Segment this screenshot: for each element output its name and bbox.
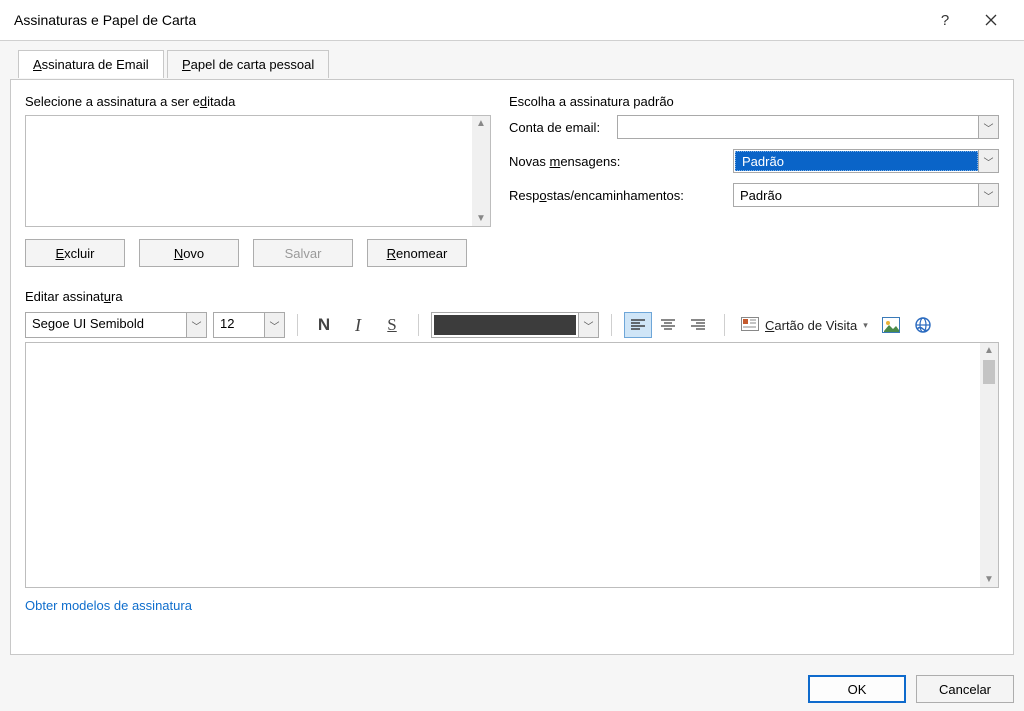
signature-list[interactable]: ▲ ▼ (25, 115, 491, 227)
separator (297, 314, 298, 336)
business-card-button[interactable]: Cartão de Visita ▾ (737, 312, 872, 338)
align-center-button[interactable] (654, 312, 682, 338)
dialog-footer: OK Cancelar (808, 675, 1014, 703)
ok-button[interactable]: OK (808, 675, 906, 703)
chevron-down-icon: ▾ (863, 320, 868, 331)
italic-button[interactable]: I (344, 312, 372, 338)
chevron-down-icon: ﹀ (186, 313, 206, 337)
scroll-down-icon: ▼ (984, 574, 994, 585)
edit-signature-label: Editar assinatura (25, 289, 999, 304)
dialog-body: Assinatura de Email Papel de carta pesso… (0, 40, 1024, 711)
new-messages-dropdown[interactable]: Padrão ﹀ (733, 149, 999, 173)
editor-scrollbar[interactable]: ▲ ▼ (980, 343, 998, 587)
tab-strip: Assinatura de Email Papel de carta pesso… (10, 49, 1014, 79)
signature-list-scrollbar[interactable]: ▲ ▼ (472, 116, 490, 226)
choose-default-label: Escolha a assinatura padrão (509, 94, 999, 109)
align-left-button[interactable] (624, 312, 652, 338)
hyperlink-icon (914, 316, 932, 334)
replies-label: Respostas/encaminhamentos: (509, 188, 733, 203)
scroll-up-icon: ▲ (984, 345, 994, 356)
email-account-label: Conta de email: (509, 120, 617, 135)
chevron-down-icon: ﹀ (978, 116, 998, 138)
select-signature-label: Selecione a assinatura a ser editada (25, 94, 491, 109)
tab-panel: Selecione a assinatura a ser editada ▲ ▼… (10, 79, 1014, 655)
scroll-thumb[interactable] (983, 360, 995, 384)
chevron-down-icon: ﹀ (978, 184, 998, 206)
replies-value: Padrão (734, 184, 978, 206)
align-center-icon (660, 318, 676, 332)
chevron-down-icon: ﹀ (264, 313, 284, 337)
new-messages-label: Novas mensagens: (509, 154, 733, 169)
new-messages-value: Padrão (735, 151, 978, 171)
bold-button[interactable]: N (310, 312, 338, 338)
help-button[interactable]: ? (922, 0, 968, 40)
get-templates-link[interactable]: Obter modelos de assinatura (25, 598, 192, 613)
close-button[interactable] (968, 0, 1014, 40)
separator (611, 314, 612, 336)
separator (418, 314, 419, 336)
business-card-icon (741, 317, 759, 333)
email-account-value (618, 116, 978, 138)
editor-toolbar: Segoe UI Semibold ﹀ 12 ﹀ N I S ﹀ (25, 310, 999, 342)
insert-picture-button[interactable] (878, 312, 904, 338)
email-account-dropdown[interactable]: ﹀ (617, 115, 999, 139)
signature-editor[interactable]: ▲ ▼ (25, 342, 999, 588)
window-title: Assinaturas e Papel de Carta (14, 12, 922, 28)
rename-button[interactable]: Renomear (367, 239, 467, 267)
titlebar: Assinaturas e Papel de Carta ? (0, 0, 1024, 40)
cancel-button[interactable]: Cancelar (916, 675, 1014, 703)
align-left-icon (630, 318, 646, 332)
align-right-button[interactable] (684, 312, 712, 338)
scroll-up-icon: ▲ (476, 118, 486, 129)
new-button[interactable]: Novo (139, 239, 239, 267)
color-swatch (434, 315, 576, 335)
save-button: Salvar (253, 239, 353, 267)
close-icon (985, 14, 997, 26)
underline-button[interactable]: S (378, 312, 406, 338)
insert-hyperlink-button[interactable] (910, 312, 936, 338)
font-size-dropdown[interactable]: 12 ﹀ (213, 312, 285, 338)
align-right-icon (690, 318, 706, 332)
tab-personal-stationery[interactable]: Papel de carta pessoal (167, 50, 329, 78)
delete-button[interactable]: Excluir (25, 239, 125, 267)
font-name-dropdown[interactable]: Segoe UI Semibold ﹀ (25, 312, 207, 338)
separator (724, 314, 725, 336)
picture-icon (882, 317, 900, 333)
chevron-down-icon: ﹀ (978, 150, 998, 172)
font-color-dropdown[interactable]: ﹀ (431, 312, 599, 338)
replies-dropdown[interactable]: Padrão ﹀ (733, 183, 999, 207)
tab-email-signature[interactable]: Assinatura de Email (18, 50, 164, 78)
scroll-down-icon: ▼ (476, 213, 486, 224)
chevron-down-icon: ﹀ (578, 313, 598, 337)
